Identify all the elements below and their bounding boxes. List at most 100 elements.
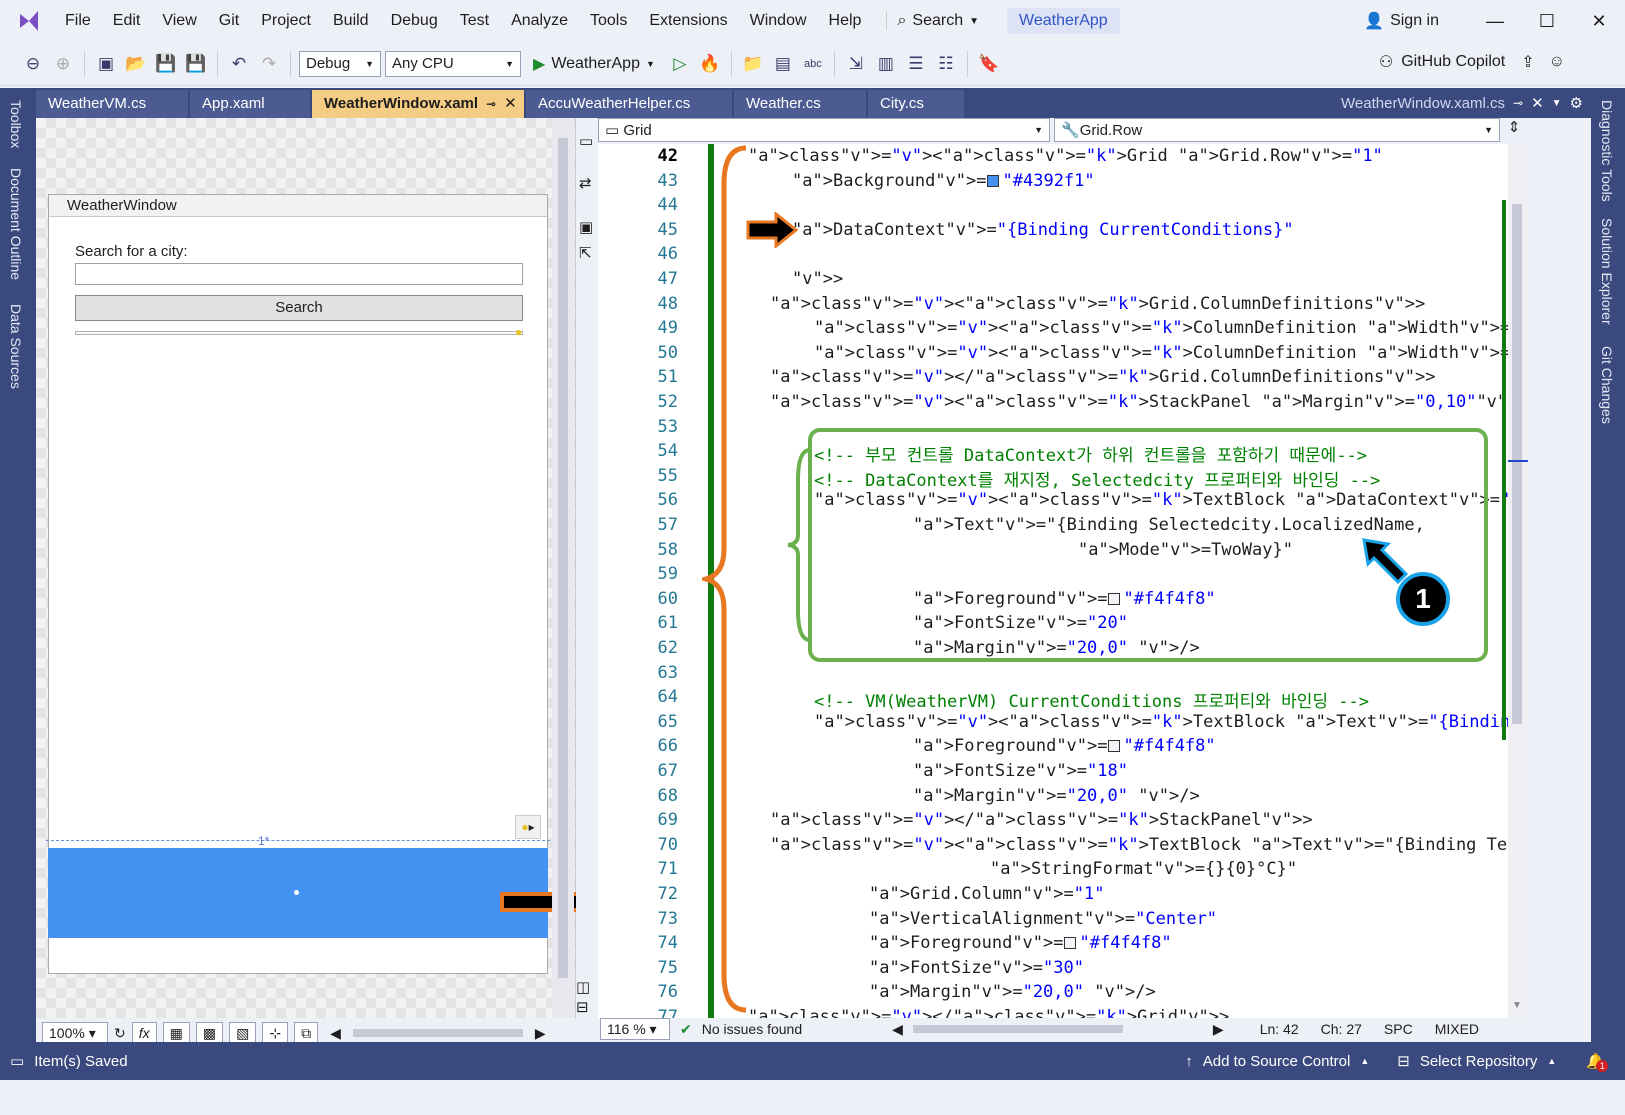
scroll-right-icon[interactable]: ▶ <box>535 1025 546 1042</box>
code-line[interactable]: "a">DataContext"v">="{Binding CurrentCon… <box>792 220 1294 240</box>
element-select[interactable]: ▭ Grid ▼ <box>598 118 1050 142</box>
menu-git[interactable]: Git <box>208 0 250 42</box>
snap-grid-icon[interactable]: ▩ <box>195 1022 224 1044</box>
code-line[interactable]: "a">StringFormat"v">={}{0}°C}" <box>990 859 1297 879</box>
save-icon[interactable]: 💾 <box>153 51 179 77</box>
code-line[interactable]: "a">class"v">="v"><"a">class"v">="k">Col… <box>814 318 1508 338</box>
code-line[interactable]: <!-- DataContext를 재지정, Selectedcity 프로퍼티… <box>814 466 1380 491</box>
undo-icon[interactable]: ↶ <box>226 51 252 77</box>
data-sources-tab[interactable]: Data Sources <box>8 296 24 397</box>
code-line[interactable]: "a">class"v">="v"><"a">class"v">="k">Col… <box>814 343 1508 363</box>
swap-panes-icon[interactable]: ⇄ <box>579 174 592 192</box>
code-line[interactable]: <!-- 부모 컨트롤 DataContext가 하위 컨트롤을 포함하기 때문… <box>814 441 1367 466</box>
scroll-left-icon[interactable]: ◀ <box>330 1025 341 1042</box>
effects-icon[interactable]: fx <box>131 1022 157 1044</box>
code-line[interactable]: "a">Margin"v">="20,0" "v">/> <box>913 638 1200 658</box>
code-line[interactable]: "a">Foreground"v">= "#f4f4f8" <box>869 933 1172 953</box>
gear-icon[interactable]: ⚙ <box>1570 94 1583 112</box>
scroll-left-icon[interactable]: ◀ <box>892 1021 903 1038</box>
code-line[interactable]: "a">class"v">="v"><"a">class"v">="k">Tex… <box>814 712 1508 732</box>
code-line[interactable]: "a">Grid.Column"v">="1" <box>869 884 1104 904</box>
step-icon[interactable]: ⇲ <box>843 51 869 77</box>
redo-icon[interactable]: ↷ <box>256 51 282 77</box>
code-line[interactable]: "a">class"v">="v"><"a">class"v">="k">Tex… <box>770 835 1508 855</box>
issues-label[interactable]: No issues found <box>702 1021 802 1037</box>
hot-reload-icon[interactable]: 🔥 <box>697 51 723 77</box>
refresh-icon[interactable]: ↻ <box>114 1025 126 1042</box>
editor-vertical-scrollbar[interactable]: ▼ <box>1502 144 1528 1018</box>
menu-window[interactable]: Window <box>739 0 818 42</box>
code-line[interactable]: "a">FontSize"v">="18" <box>913 761 1128 781</box>
code-line[interactable]: "a">FontSize"v">="20" <box>913 613 1128 633</box>
open-folder-icon[interactable]: 📂 <box>123 51 149 77</box>
code-line[interactable]: "a">class"v">="v"><"a">class"v">="k">Gri… <box>748 146 1383 166</box>
scroll-down-icon[interactable]: ▼ <box>1512 1000 1522 1011</box>
github-copilot-button[interactable]: ⚇ GitHub Copilot ⇪ ☺ <box>1379 52 1565 72</box>
document-outline-tab[interactable]: Document Outline <box>8 160 24 288</box>
layout-icon[interactable]: ▤ <box>770 51 796 77</box>
notification-bell-icon[interactable]: 🔔 1 <box>1586 1052 1609 1072</box>
tab-accuweatherhelper-cs[interactable]: AccuWeatherHelper.cs <box>526 90 732 118</box>
folder-browse-icon[interactable]: 📁 <box>740 51 766 77</box>
collapse-pane-icon[interactable]: ▣ <box>579 218 593 236</box>
grid-toggle-icon[interactable]: ▦ <box>162 1022 190 1044</box>
menu-extensions[interactable]: Extensions <box>638 0 738 42</box>
code-line[interactable]: "a">Margin"v">="20,0" "v">/> <box>869 982 1156 1002</box>
scroll-right-icon[interactable]: ▶ <box>1213 1021 1224 1038</box>
diagnostic-tools-tab[interactable]: Diagnostic Tools <box>1599 92 1615 210</box>
editor-zoom-select[interactable]: 116 % ▾ <box>600 1018 670 1040</box>
pin-icon[interactable]: ⊸ <box>1513 96 1523 110</box>
panel-icon[interactable]: ▥ <box>873 51 899 77</box>
forward-icon[interactable]: ⊕ <box>50 51 76 77</box>
new-project-icon[interactable]: ▣ <box>93 51 119 77</box>
platform-select[interactable]: Any CPU ▼ <box>385 50 521 77</box>
close-button[interactable]: ✕ <box>1573 11 1625 32</box>
code-line[interactable]: <!-- VM(WeatherVM) CurrentConditions 프로퍼… <box>814 687 1369 712</box>
popout-icon[interactable]: ⇱ <box>579 244 592 262</box>
close-tab-icon[interactable]: ✕ <box>504 90 517 118</box>
code-line[interactable]: "a">Background"v">= "#4392f1" <box>792 171 1095 191</box>
code-line[interactable]: "a">class"v">="v"></"a">class"v">="k">St… <box>770 810 1313 830</box>
split-toggle-icon[interactable]: ⇕ <box>1504 118 1524 144</box>
checker-background-icon[interactable]: ▧ <box>229 1022 257 1044</box>
code-line[interactable]: "a">VerticalAlignment"v">="Center" <box>869 909 1217 929</box>
property-select[interactable]: 🔧Grid.Row ▼ <box>1054 118 1500 142</box>
menu-tools[interactable]: Tools <box>579 0 638 42</box>
select-repository-button[interactable]: Select Repository <box>1420 1053 1538 1070</box>
menu-project[interactable]: Project <box>250 0 322 42</box>
code-line[interactable]: "a">class"v">="v"><"a">class"v">="k">Tex… <box>814 490 1508 510</box>
editor-horizontal-scrollbar[interactable] <box>912 1025 1123 1033</box>
horizontal-scrollbar[interactable] <box>352 1029 523 1037</box>
snap-lines-icon[interactable]: ⊹ <box>262 1022 289 1044</box>
code-line[interactable]: "a">class"v">="v"></"a">class"v">="k">Gr… <box>770 367 1435 387</box>
toolbox-tab[interactable]: Toolbox <box>8 92 24 156</box>
visual-studio-logo-icon[interactable] <box>14 6 44 36</box>
maximize-button[interactable]: ☐ <box>1521 11 1573 32</box>
zoom-select[interactable]: 100% ▾ <box>42 1022 108 1044</box>
solution-explorer-tab[interactable]: Solution Explorer <box>1599 210 1615 333</box>
save-all-icon[interactable]: 💾 <box>183 51 209 77</box>
menu-test[interactable]: Test <box>449 0 500 42</box>
indent-icon[interactable]: ☰ <box>903 51 929 77</box>
close-icon[interactable]: ✕ <box>1531 94 1544 112</box>
horizontal-split-icon[interactable]: ⊟ <box>576 998 589 1016</box>
menu-file[interactable]: File <box>54 0 102 42</box>
start-without-debugging-icon[interactable]: ▷ <box>667 51 693 77</box>
code-line[interactable]: "a">Text"v">="{Binding Selectedcity.Loca… <box>913 515 1425 535</box>
menu-help[interactable]: Help <box>818 0 873 42</box>
code-line[interactable]: "a">class"v">="v"></"a">class"v">="k">Gr… <box>748 1007 1229 1018</box>
spellcheck-icon[interactable]: abc <box>800 51 826 77</box>
add-to-source-control-button[interactable]: Add to Source Control <box>1203 1053 1351 1070</box>
tab-city-cs[interactable]: City.cs <box>868 90 964 118</box>
code-line[interactable]: "a">Foreground"v">= "#f4f4f8" <box>913 589 1216 609</box>
tab-weather-cs[interactable]: Weather.cs <box>734 90 866 118</box>
git-changes-tab[interactable]: Git Changes <box>1599 338 1615 432</box>
menu-analyze[interactable]: Analyze <box>500 0 579 42</box>
code-line[interactable]: "a">class"v">="v"><"a">class"v">="k">Sta… <box>770 392 1508 412</box>
design-view-icon[interactable]: ▭ <box>579 132 593 150</box>
row-size-marker[interactable]: 1* <box>258 834 269 848</box>
menu-view[interactable]: View <box>151 0 207 42</box>
code-line[interactable]: "a">FontSize"v">="30" <box>869 958 1084 978</box>
dropdown-icon[interactable]: ▼ <box>1552 98 1562 109</box>
code-line[interactable]: "a">class"v">="v"><"a">class"v">="k">Gri… <box>770 294 1425 314</box>
